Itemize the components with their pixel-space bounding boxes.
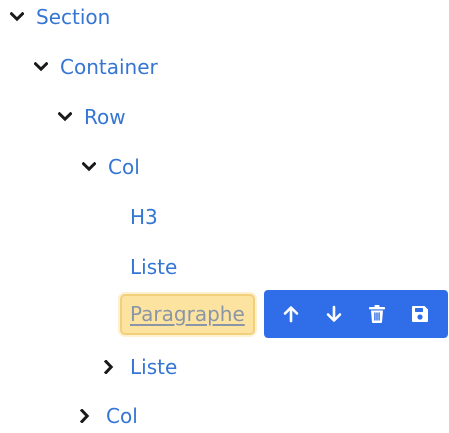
trash-icon bbox=[369, 305, 386, 323]
tree-node-label[interactable]: Liste bbox=[130, 355, 177, 379]
chevron-down-icon[interactable] bbox=[56, 108, 74, 126]
tree-node-label[interactable]: Container bbox=[60, 55, 158, 79]
tree-node-label[interactable]: Liste bbox=[130, 255, 177, 279]
tree-node-label[interactable]: Section bbox=[36, 5, 110, 29]
move-down-button[interactable] bbox=[313, 290, 356, 338]
tree-node-paragraphe-selected: Paragraphe bbox=[120, 290, 448, 338]
chevron-down-icon[interactable] bbox=[80, 158, 98, 176]
chevron-right-icon[interactable] bbox=[100, 358, 118, 376]
move-up-button[interactable] bbox=[270, 290, 313, 338]
dom-tree-navigator: Section Container Row Col H3 Liste Parag… bbox=[0, 0, 449, 433]
tree-node-label[interactable]: Row bbox=[84, 105, 126, 129]
tree-node-liste-collapsed[interactable]: Liste bbox=[100, 350, 177, 384]
tree-node-container[interactable]: Container bbox=[32, 50, 158, 84]
chevron-right-icon[interactable] bbox=[76, 407, 94, 425]
tree-node-row[interactable]: Row bbox=[56, 100, 126, 134]
arrow-up-icon bbox=[283, 306, 299, 323]
tree-node-h3[interactable]: H3 bbox=[130, 200, 158, 234]
node-action-toolbar bbox=[263, 290, 448, 338]
tree-node-liste[interactable]: Liste bbox=[130, 250, 177, 284]
tree-node-section[interactable]: Section bbox=[8, 0, 110, 34]
tree-node-label[interactable]: H3 bbox=[130, 205, 158, 229]
delete-button[interactable] bbox=[356, 290, 399, 338]
tree-node-label[interactable]: Col bbox=[106, 404, 138, 428]
chevron-down-icon[interactable] bbox=[32, 58, 50, 76]
tree-node-col-collapsed[interactable]: Col bbox=[76, 399, 138, 433]
chevron-down-icon[interactable] bbox=[8, 8, 26, 26]
tree-node-label-selected[interactable]: Paragraphe bbox=[120, 293, 255, 335]
floppy-disk-icon bbox=[412, 306, 429, 322]
arrow-down-icon bbox=[326, 305, 342, 322]
save-button[interactable] bbox=[399, 290, 442, 338]
tree-node-label[interactable]: Col bbox=[108, 155, 140, 179]
tree-node-col[interactable]: Col bbox=[80, 150, 140, 184]
